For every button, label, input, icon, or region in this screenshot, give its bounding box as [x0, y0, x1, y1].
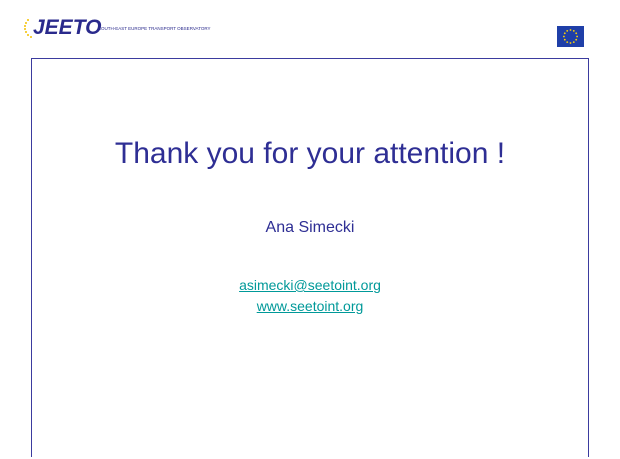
logo-text: JEETO — [33, 16, 102, 39]
eu-flag-icon — [557, 26, 584, 47]
website-link-row: www.seetoint.org — [31, 297, 589, 315]
email-link[interactable]: asimecki@seetoint.org — [239, 277, 381, 293]
author-name: Ana Simecki — [265, 219, 355, 236]
website-link[interactable]: www.seetoint.org — [257, 298, 364, 314]
email-link-row: asimecki@seetoint.org — [31, 276, 589, 294]
slide: JEETO SOUTH-EAST EUROPE TRANSPORT OBSERV… — [0, 0, 620, 459]
content-frame — [31, 58, 589, 457]
seeto-logo: JEETO SOUTH-EAST EUROPE TRANSPORT OBSERV… — [22, 14, 232, 42]
slide-title: Thank you for your attention ! — [114, 137, 506, 170]
logo-subtitle: SOUTH-EAST EUROPE TRANSPORT OBSERVATORY — [98, 26, 211, 31]
